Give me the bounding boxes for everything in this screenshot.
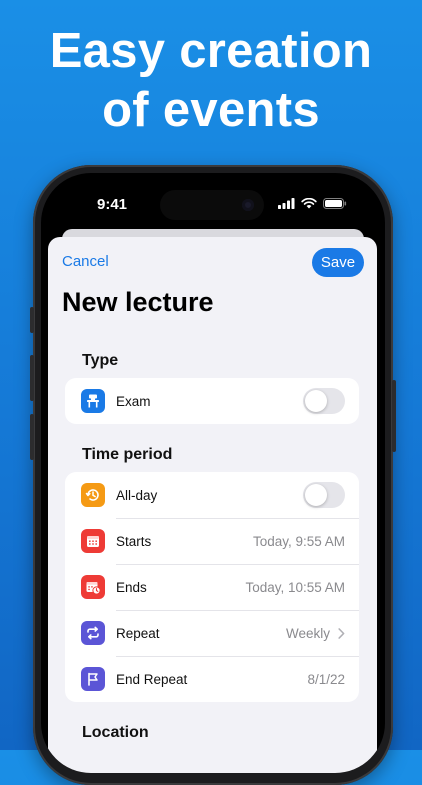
section-header-time-period: Time period [82, 446, 173, 463]
row-ends[interactable]: Ends Today, 10:55 AM [65, 564, 359, 610]
section-header-location: Location [82, 724, 149, 741]
camera-icon [242, 199, 254, 211]
row-exam-label: Exam [116, 393, 151, 409]
phone-power-button [392, 380, 396, 452]
row-repeat[interactable]: Repeat Weekly [65, 610, 359, 656]
row-ends-label: Ends [116, 579, 147, 595]
exam-desk-icon [81, 389, 105, 413]
row-ends-value: Today, 10:55 AM [245, 579, 345, 595]
chevron-right-icon [338, 627, 345, 639]
row-all-day-label: All-day [116, 487, 158, 503]
row-repeat-value: Weekly [285, 625, 330, 641]
row-repeat-label: Repeat [116, 625, 160, 641]
toggle-knob [305, 390, 327, 412]
row-all-day: All-day [65, 472, 359, 518]
headline-line-1: Easy creation [49, 24, 373, 78]
row-end-repeat[interactable]: End Repeat 8/1/22 [65, 656, 359, 702]
signal-icon [278, 198, 295, 209]
row-starts-label: Starts [116, 533, 152, 549]
headline-line-2: of events [102, 83, 320, 137]
toggle-knob [305, 484, 327, 506]
row-repeat-value-wrap: Weekly [286, 626, 345, 641]
promo-headline: Easy creation of events [0, 22, 422, 140]
phone-side-button [30, 307, 34, 333]
battery-icon [323, 198, 347, 209]
exam-toggle[interactable] [303, 388, 345, 414]
dynamic-island [160, 190, 264, 220]
phone-volume-up [30, 355, 34, 401]
calendar-icon [81, 529, 105, 553]
clock-arrow-icon [81, 483, 105, 507]
row-exam: Exam [65, 378, 359, 424]
phone-screen: 9:41 Cancel Save New lecture Type Exam T… [41, 173, 385, 773]
time-period-group: All-day Starts Today, 9:55 AM Ends Today… [65, 472, 359, 702]
row-starts[interactable]: Starts Today, 9:55 AM [65, 518, 359, 564]
section-header-type: Type [82, 352, 119, 369]
new-event-sheet: Cancel Save New lecture Type Exam Time p… [48, 237, 377, 773]
all-day-toggle[interactable] [303, 482, 345, 508]
phone-volume-down [30, 414, 34, 460]
cancel-button[interactable]: Cancel [62, 253, 109, 270]
row-starts-value: Today, 9:55 AM [252, 533, 345, 549]
row-end-repeat-label: End Repeat [116, 671, 188, 687]
flag-icon [81, 667, 105, 691]
calendar-clock-icon [81, 575, 105, 599]
wifi-icon [301, 198, 317, 209]
page-title: New lecture [62, 287, 214, 317]
status-time: 9:41 [97, 196, 128, 213]
save-button[interactable]: Save [312, 248, 364, 277]
row-end-repeat-value: 8/1/22 [307, 671, 345, 687]
repeat-icon [81, 621, 105, 645]
status-icons [278, 198, 347, 209]
type-group: Exam [65, 378, 359, 424]
